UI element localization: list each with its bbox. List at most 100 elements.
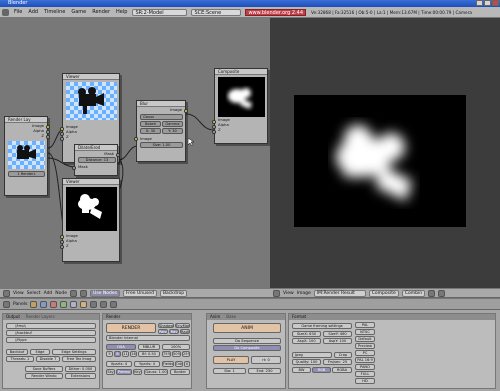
viewer-bottom-input-socket[interactable] bbox=[60, 235, 64, 239]
buttons-editor-type-icon[interactable] bbox=[3, 300, 10, 308]
blur-input-socket[interactable] bbox=[134, 137, 138, 141]
asp-y-field[interactable]: AspY: 100 bbox=[323, 338, 352, 344]
format-tab[interactable]: Format bbox=[292, 314, 306, 320]
percent-100[interactable]: 100% bbox=[162, 344, 190, 350]
alpha-icon[interactable] bbox=[438, 289, 446, 297]
menu-timeline[interactable]: Timeline bbox=[41, 9, 68, 15]
image-editor-type-icon[interactable] bbox=[273, 289, 280, 297]
radio-toggle[interactable]: Radio bbox=[180, 329, 190, 334]
odd-toggle[interactable]: Odd bbox=[175, 361, 183, 367]
fields-toggle[interactable]: Fields bbox=[162, 361, 174, 367]
dilate-output-socket[interactable] bbox=[116, 153, 120, 157]
blender-icon[interactable] bbox=[2, 8, 9, 16]
preset-pal-16-9[interactable]: PAL 16:9 bbox=[355, 357, 375, 363]
shading-icon[interactable] bbox=[50, 300, 58, 308]
preset-ntsc[interactable]: NTSC bbox=[355, 329, 375, 335]
key-toggle[interactable]: Key bbox=[133, 369, 142, 375]
viewer-top-alpha-socket[interactable] bbox=[60, 132, 64, 136]
rgba-toggle[interactable]: RGBA bbox=[332, 367, 352, 373]
logic-icon[interactable] bbox=[30, 300, 38, 308]
render-layers-z-socket[interactable] bbox=[46, 135, 50, 139]
render-layer-selector[interactable]: 1 RenderL bbox=[8, 171, 45, 177]
menu-add[interactable]: Add bbox=[25, 9, 41, 15]
scene-icon[interactable] bbox=[80, 300, 88, 308]
backbuf-path-field[interactable]: //backbuf bbox=[6, 330, 96, 336]
composite-z-socket[interactable] bbox=[212, 130, 216, 134]
node-viewer-bottom[interactable]: Viewer Image Alpha Z bbox=[60, 178, 120, 262]
script-icon[interactable] bbox=[40, 300, 48, 308]
blur-type-dropdown[interactable]: Gauss bbox=[140, 114, 183, 120]
premul-toggle[interactable]: Premul bbox=[116, 369, 132, 375]
renderer-dropdown[interactable]: Blender Internal bbox=[106, 335, 190, 341]
start-frame-field[interactable]: Sta: 1 bbox=[213, 368, 246, 374]
edge-toggle[interactable]: Edge bbox=[30, 349, 50, 355]
render-layers-alpha-socket[interactable] bbox=[46, 130, 50, 134]
dither-field[interactable]: Dither: 0.000 bbox=[65, 366, 96, 372]
dilate-distance-field[interactable]: Distance: 13 bbox=[78, 157, 116, 163]
maximize-button[interactable] bbox=[484, 0, 491, 6]
render-layers-image-socket[interactable] bbox=[46, 125, 50, 129]
x-toggle[interactable]: X bbox=[184, 361, 190, 367]
anim-tab[interactable]: Anim bbox=[210, 314, 220, 320]
osa-11[interactable]: 11 bbox=[122, 351, 129, 357]
shader-nodes-icon[interactable] bbox=[70, 289, 78, 297]
output-path-field[interactable]: //tmp\ bbox=[6, 323, 96, 329]
rgb-toggle[interactable]: RGB bbox=[312, 367, 331, 373]
shadow-toggle[interactable]: Shadow bbox=[158, 323, 174, 328]
fps-field[interactable]: Frs/sec: 25 bbox=[323, 359, 352, 365]
preset-pal[interactable]: PAL bbox=[355, 322, 375, 328]
menu-help[interactable]: Help bbox=[113, 9, 130, 15]
node-menu-node[interactable]: Node bbox=[55, 291, 67, 296]
free-unused-button[interactable]: Free Unused bbox=[122, 289, 157, 297]
extensions-toggle[interactable]: Extensions bbox=[65, 373, 96, 379]
blender-url[interactable]: www.blender.org 2.44 bbox=[245, 8, 307, 16]
end-frame-field[interactable]: End: 250 bbox=[248, 368, 281, 374]
rt-field[interactable]: rt: 0 bbox=[251, 356, 281, 364]
ray-toggle[interactable]: Ray bbox=[169, 329, 179, 334]
panels-label[interactable]: Panels bbox=[13, 302, 27, 307]
percent-50[interactable]: 50% bbox=[172, 351, 181, 357]
play-button[interactable]: PLAY bbox=[213, 356, 249, 364]
menu-file[interactable]: File bbox=[11, 9, 25, 15]
image-editor[interactable] bbox=[270, 18, 500, 288]
blur-bokeh-toggle[interactable]: Bokeh bbox=[140, 121, 161, 127]
node-blur[interactable]: Blur Image Gauss Bokeh Gamma X: 30 Y: 30… bbox=[134, 100, 188, 162]
save-buffers-toggle[interactable]: Save Buffers bbox=[25, 366, 63, 372]
edge-settings-button[interactable]: Edge Settings bbox=[52, 349, 96, 355]
disable-tex-toggle[interactable]: Disable T bbox=[36, 356, 60, 362]
close-button[interactable] bbox=[492, 0, 499, 6]
osa-16[interactable]: 16 bbox=[130, 351, 137, 357]
bake-tab[interactable]: Bake bbox=[226, 314, 236, 320]
menu-game[interactable]: Game bbox=[68, 9, 89, 15]
preset-full[interactable]: FULL bbox=[355, 371, 375, 377]
preset-default[interactable]: Default bbox=[355, 336, 375, 342]
preset-preview[interactable]: Preview bbox=[355, 343, 375, 349]
composite-nodes-icon[interactable] bbox=[80, 289, 88, 297]
free-tex-images-toggle[interactable]: Free Tex Imag bbox=[62, 356, 96, 362]
render-button[interactable]: RENDER bbox=[106, 323, 156, 333]
pass-dropdown[interactable]: Combin bbox=[401, 289, 426, 297]
mblur-toggle[interactable]: MBLUR bbox=[138, 344, 160, 350]
envmap-toggle[interactable]: EnvMap bbox=[175, 323, 190, 328]
preset-pano[interactable]: PANO bbox=[355, 364, 375, 370]
file-format-dropdown[interactable]: Jpeg bbox=[292, 352, 332, 358]
asp-x-field[interactable]: AspX: 100 bbox=[292, 338, 321, 344]
quality-field[interactable]: Quality: 100 bbox=[292, 359, 321, 365]
backdrop-toggle[interactable]: Backdrop bbox=[159, 289, 188, 297]
layer-dropdown[interactable]: Composite bbox=[368, 289, 399, 297]
node-composite[interactable]: Composite Image Alpha Z bbox=[212, 68, 268, 144]
blur-x-field[interactable]: X: 30 bbox=[140, 128, 161, 134]
viewer-bottom-z-socket[interactable] bbox=[60, 245, 64, 249]
osa-5[interactable]: 5 bbox=[106, 351, 113, 357]
blur-output-socket[interactable] bbox=[184, 109, 188, 113]
scene-selector[interactable]: SCE:Scene bbox=[191, 8, 242, 16]
anim-buttons-icon[interactable] bbox=[100, 300, 108, 308]
game-framing-button[interactable]: Game framing settings bbox=[292, 323, 352, 329]
pano-toggle[interactable]: Pano bbox=[158, 329, 168, 334]
output-tab[interactable]: Output bbox=[6, 314, 20, 320]
node-editor[interactable]: Viewer Image Alpha Z Render Lay Image Al… bbox=[0, 18, 270, 288]
anim-button[interactable]: ANIM bbox=[213, 323, 281, 333]
osa-toggle[interactable]: OSA bbox=[106, 344, 136, 350]
editing-icon[interactable] bbox=[70, 300, 78, 308]
threads-field[interactable]: Threads: 2 bbox=[6, 356, 34, 362]
